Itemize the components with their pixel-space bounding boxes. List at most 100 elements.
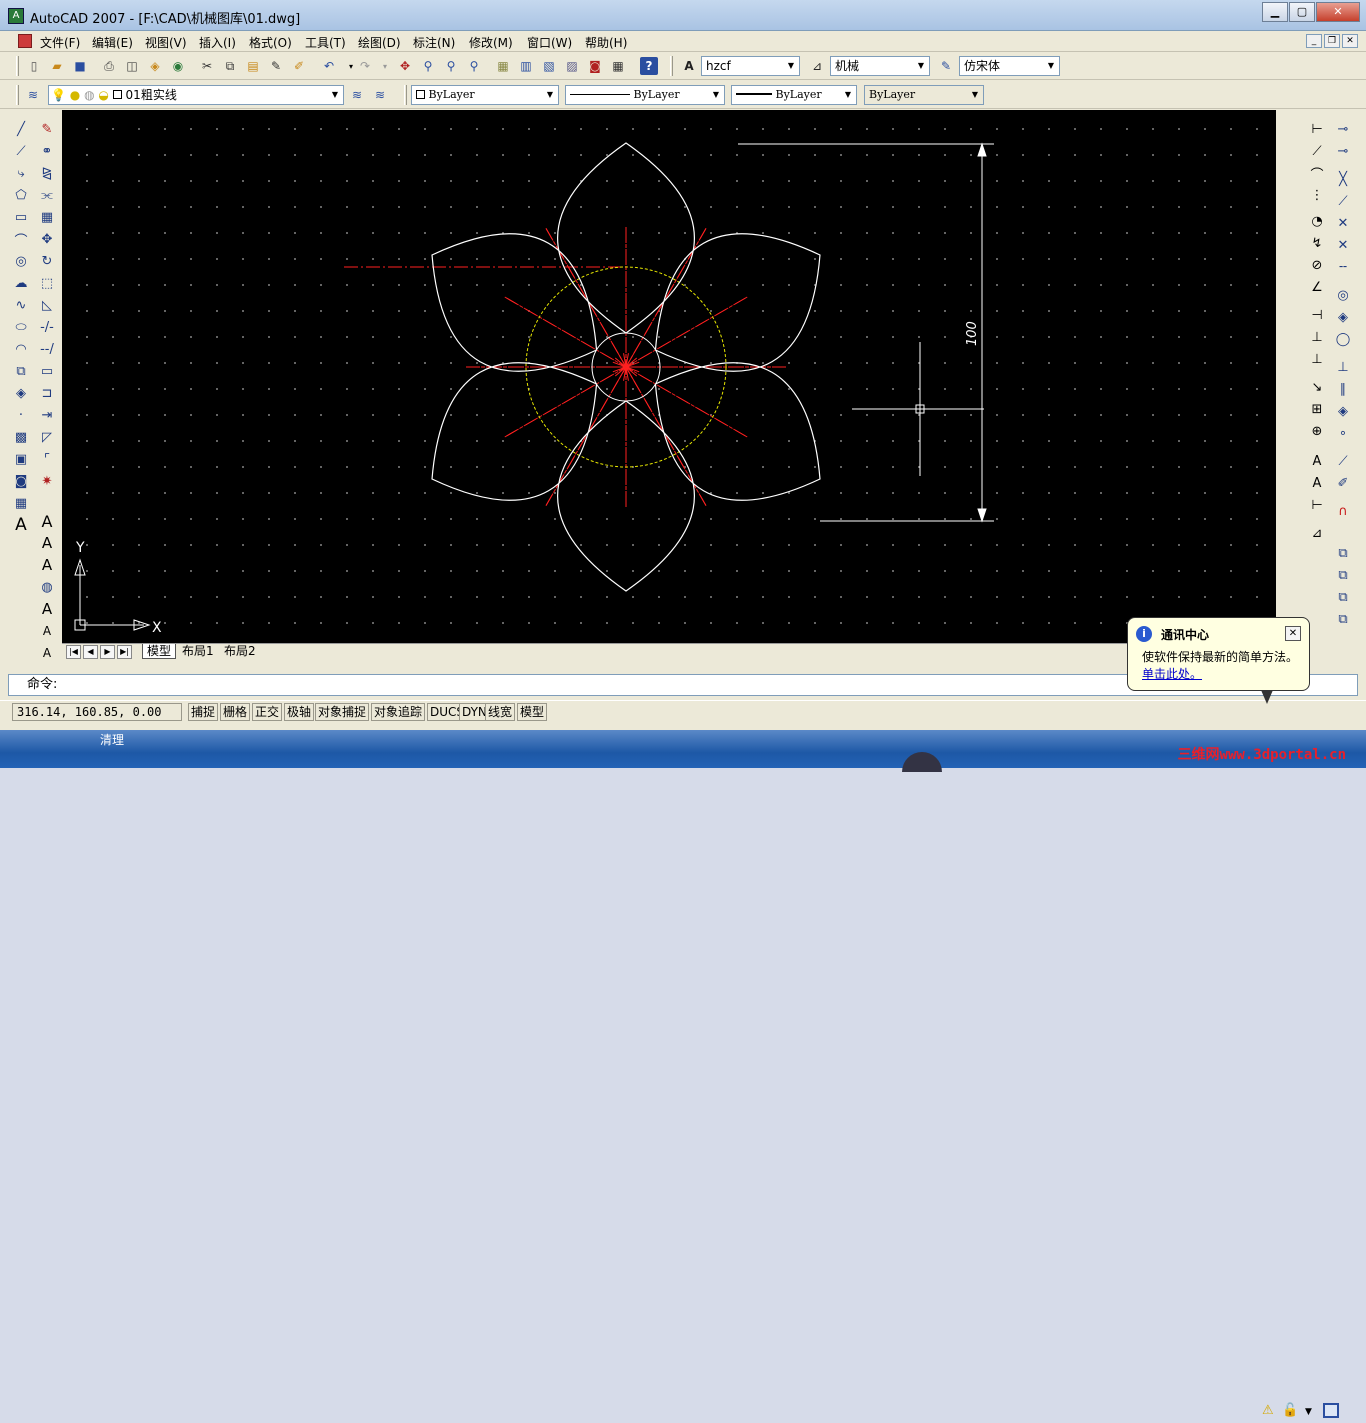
toolbar-grip[interactable] — [16, 85, 19, 105]
prev-tab-button[interactable]: ◀ — [83, 645, 98, 659]
ortho-toggle[interactable]: 正交 — [252, 703, 283, 721]
menu-tools[interactable]: 工具(T) — [305, 34, 346, 51]
none-snap-icon[interactable]: ✐ — [1333, 473, 1353, 493]
properties-icon[interactable]: ▦ — [494, 57, 512, 75]
center-snap-icon[interactable]: ◎ — [1333, 285, 1353, 305]
text-icon[interactable]: A — [37, 511, 57, 531]
menu-window[interactable]: 窗口(W) — [527, 34, 572, 51]
menu-insert[interactable]: 插入(I) — [199, 34, 236, 51]
line-icon[interactable]: ╱ — [11, 119, 31, 139]
osnap-toggle[interactable]: 对象捕捉 — [315, 703, 370, 721]
node-snap-icon[interactable]: ∘ — [1333, 423, 1353, 443]
drawing-canvas[interactable]: 100 Y X — [62, 110, 1276, 643]
continue-dim-icon[interactable]: ⊥ — [1307, 349, 1327, 369]
move-icon[interactable]: ✥ — [37, 229, 57, 249]
tangent-snap-icon[interactable]: ╌ — [1333, 257, 1353, 277]
draworder-above-icon[interactable]: ⧉ — [1333, 587, 1353, 607]
mirror-icon[interactable]: ⧎ — [37, 163, 57, 183]
scale-icon[interactable]: ⬚ — [37, 273, 57, 293]
save-icon[interactable]: ■ — [71, 57, 89, 75]
fillet-icon[interactable]: ⌜ — [37, 449, 57, 469]
matchprop-icon[interactable]: ✎ — [267, 57, 285, 75]
center-mark-icon[interactable]: ⊕ — [1307, 421, 1327, 441]
stretch-icon[interactable]: ◺ — [37, 295, 57, 315]
point-icon[interactable]: · — [11, 405, 31, 425]
table-icon[interactable]: ▦ — [11, 493, 31, 513]
jogged-dim-icon[interactable]: ↯ — [1307, 233, 1327, 253]
tab-layout2[interactable]: 布局2 — [220, 644, 260, 659]
quick-dim-icon[interactable]: ⊣ — [1307, 305, 1327, 325]
doc-restore-button[interactable]: ❐ — [1324, 34, 1340, 48]
menu-view[interactable]: 视图(V) — [145, 34, 187, 51]
ellipse-arc-icon[interactable]: ◠ — [11, 339, 31, 359]
dim-edit-icon[interactable]: A — [1307, 451, 1327, 471]
blockeditor-icon[interactable]: ✐ — [290, 57, 308, 75]
tangent-circle-icon[interactable]: ◯ — [1333, 329, 1353, 349]
angular-dim-icon[interactable]: ∠ — [1307, 277, 1327, 297]
minimize-button[interactable]: ▁ — [1262, 2, 1288, 22]
menu-draw[interactable]: 绘图(D) — [358, 34, 401, 51]
new-icon[interactable]: ▯ — [25, 57, 43, 75]
menu-dimension[interactable]: 标注(N) — [413, 34, 455, 51]
publish-icon[interactable]: ◈ — [146, 57, 164, 75]
spellcheck-icon[interactable]: ◍ — [37, 577, 57, 597]
balloon-link[interactable]: 单击此处。 — [1142, 665, 1202, 682]
layer-manager-icon[interactable]: ≋ — [24, 86, 42, 104]
doc-minimize-button[interactable]: _ — [1306, 34, 1322, 48]
construction-line-icon[interactable]: ⟋ — [11, 141, 31, 161]
toolbar-grip[interactable] — [670, 56, 673, 76]
region-icon[interactable]: ◙ — [11, 471, 31, 491]
baseline-dim-icon[interactable]: ⊥ — [1307, 327, 1327, 347]
3d-dwf-icon[interactable]: ◉ — [169, 57, 187, 75]
circle-icon[interactable]: ◎ — [11, 251, 31, 271]
nearest-snap-icon[interactable]: ⟋ — [1333, 451, 1353, 471]
toolbar-grip[interactable] — [16, 56, 19, 76]
insert-snap-icon[interactable]: ◈ — [1333, 401, 1353, 421]
insert-block-icon[interactable]: ⧉ — [11, 361, 31, 381]
hatch-icon[interactable]: ▩ — [11, 427, 31, 447]
text-find-icon[interactable]: A — [37, 555, 57, 575]
maximize-button[interactable]: ▢ — [1289, 2, 1315, 22]
redo-dropdown-icon[interactable]: ▾ — [376, 57, 394, 75]
join-icon[interactable]: ⇥ — [37, 405, 57, 425]
dim-style-icon[interactable]: ⊿ — [808, 57, 826, 75]
grid-toggle[interactable]: 栅格 — [220, 703, 251, 721]
preview-icon[interactable]: ◫ — [123, 57, 141, 75]
aligned-dim-icon[interactable]: ⟋ — [1307, 141, 1327, 161]
text-scale-icon[interactable]: A — [37, 621, 57, 641]
text-style-icon[interactable]: A — [680, 57, 698, 75]
sheetset-icon[interactable]: ▨ — [563, 57, 581, 75]
warning-icon[interactable]: ⚠ — [1262, 1403, 1274, 1419]
dim-style-select[interactable]: 机械 ▼ — [830, 56, 930, 76]
toolpalettes-icon[interactable]: ▧ — [540, 57, 558, 75]
zoom-window-icon[interactable]: ⚲ — [442, 57, 460, 75]
explode-icon[interactable]: ✷ — [37, 471, 57, 491]
perpendicular-snap-icon[interactable]: ✕ — [1333, 235, 1353, 255]
leader-icon[interactable]: ↘ — [1307, 377, 1327, 397]
ellipse-icon[interactable]: ⬭ — [11, 317, 31, 337]
designcenter-icon[interactable]: ▥ — [517, 57, 535, 75]
rotate-icon[interactable]: ↻ — [37, 251, 57, 271]
cut-icon[interactable]: ✂ — [198, 57, 216, 75]
dim-text-edit-icon[interactable]: A — [1307, 473, 1327, 493]
drawing-doc-icon[interactable] — [18, 34, 32, 48]
chevron-down-icon[interactable]: ▼ — [1305, 1407, 1312, 1423]
linear-dim-icon[interactable]: ⊢ — [1307, 119, 1327, 139]
text-justify-icon[interactable]: A — [37, 643, 57, 663]
next-tab-button[interactable]: ▶ — [100, 645, 115, 659]
perp-snap-icon[interactable]: ⊥ — [1333, 357, 1353, 377]
menu-help[interactable]: 帮助(H) — [585, 34, 627, 51]
snap-toggle[interactable]: 捕捉 — [188, 703, 219, 721]
mtext-icon[interactable]: A — [11, 515, 31, 535]
menu-modify[interactable]: 修改(M) — [469, 34, 513, 51]
extension-snap-icon[interactable]: ✕ — [1333, 213, 1353, 233]
toolbar-grip[interactable] — [404, 85, 407, 105]
dim-update-icon[interactable]: ⊢ — [1307, 495, 1327, 515]
doc-close-button[interactable]: ✕ — [1342, 34, 1358, 48]
open-icon[interactable]: ▰ — [48, 57, 66, 75]
diameter-dim-icon[interactable]: ⊘ — [1307, 255, 1327, 275]
markup-icon[interactable]: ◙ — [586, 57, 604, 75]
arc-icon[interactable]: ⌒ — [11, 229, 31, 249]
quadrant-snap-icon[interactable]: ◈ — [1333, 307, 1353, 327]
tab-layout1[interactable]: 布局1 — [178, 644, 218, 659]
